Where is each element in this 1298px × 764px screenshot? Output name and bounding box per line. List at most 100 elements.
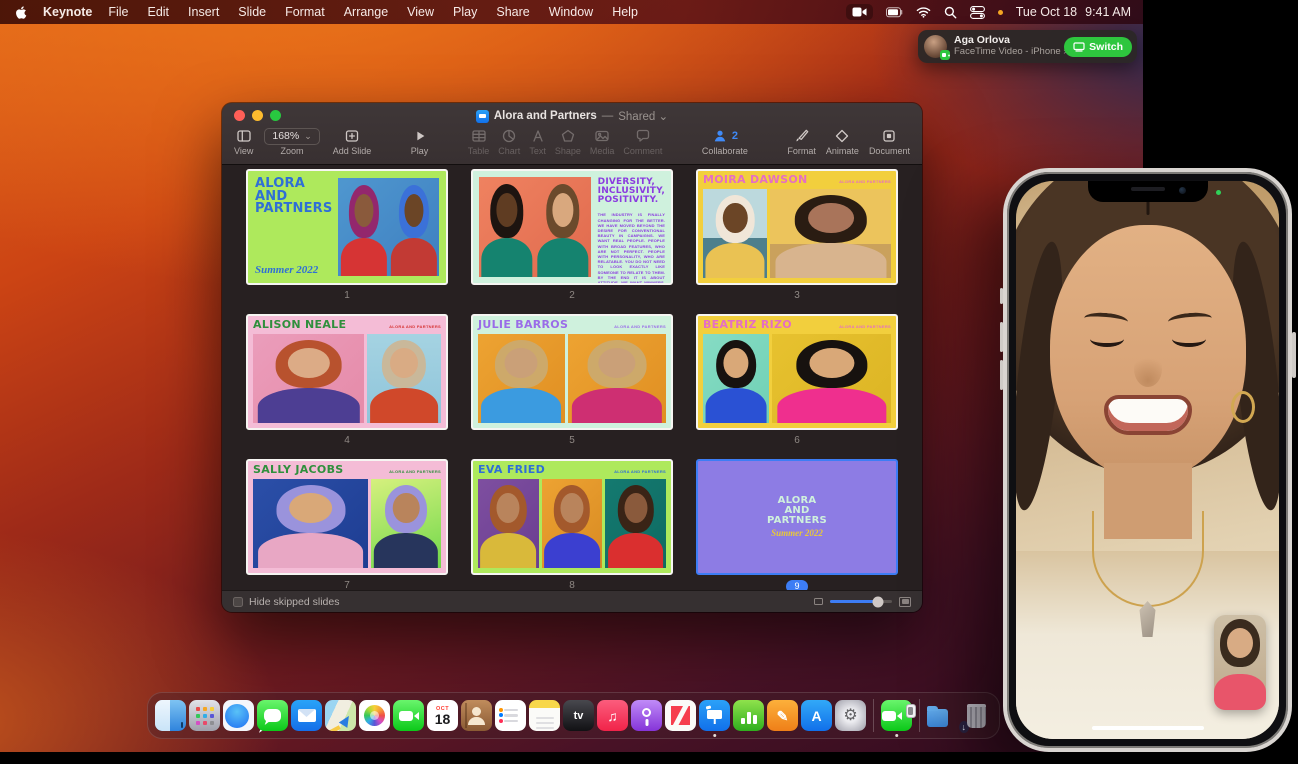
shared-menu[interactable]: Shared ⌄ (618, 109, 668, 123)
animate-icon (834, 127, 850, 145)
menu-arrange[interactable]: Arrange (344, 5, 388, 19)
dock-app-store-icon[interactable]: A (801, 700, 832, 731)
toolbar-add-slide[interactable]: Add Slide (333, 127, 372, 156)
menu-file[interactable]: File (108, 5, 128, 19)
media-icon (594, 127, 610, 145)
slider-knob[interactable] (873, 596, 884, 607)
dock-music-icon[interactable]: ♫ (597, 700, 628, 731)
facetime-notification[interactable]: Aga Orlova FaceTime Video - iPhone › Swi… (918, 30, 1137, 63)
dock-facetime-icon[interactable] (393, 700, 424, 731)
menu-format[interactable]: Format (285, 5, 325, 19)
dock-maps-icon[interactable] (325, 700, 356, 731)
brand-label: ALORA AND PARTNERS (839, 179, 891, 184)
dock-launchpad-icon[interactable] (189, 700, 220, 731)
dock-pages-icon[interactable]: ✎ (767, 700, 798, 731)
menu-edit[interactable]: Edit (147, 5, 169, 19)
apple-menu-icon[interactable] (14, 5, 27, 20)
dock-messages-icon[interactable] (257, 700, 288, 731)
dock-contacts-icon[interactable] (461, 700, 492, 731)
toolbar-table[interactable]: Table (468, 127, 490, 156)
toolbar-format[interactable]: Format (787, 127, 816, 156)
toolbar-media[interactable]: Media (590, 127, 615, 156)
dock-system-settings-icon[interactable]: ⚙ (835, 700, 866, 731)
window-chrome: Alora and Partners — Shared ⌄ View168%⌄Z… (222, 103, 922, 165)
dock-numbers-icon[interactable] (733, 700, 764, 731)
slide-cell: JULIE BARROSALORA AND PARTNERS5 (471, 314, 673, 448)
shirt (572, 388, 662, 423)
wifi-icon[interactable] (916, 6, 931, 18)
dock-calendar-icon[interactable]: OCT18 (427, 700, 458, 731)
dock-photos-icon[interactable] (359, 700, 390, 731)
toolbar-shape[interactable]: Shape (555, 127, 581, 156)
running-indicator-dot (895, 734, 899, 738)
menu-share[interactable]: Share (496, 5, 529, 19)
hide-skipped-checkbox[interactable] (233, 597, 243, 607)
dock-facetime-iphone-icon[interactable] (881, 700, 912, 731)
menu-view[interactable]: View (407, 5, 434, 19)
screen-video-icon[interactable] (846, 4, 873, 20)
thumbnail-size-slider[interactable] (830, 600, 892, 603)
slide-title: ALORA AND PARTNERS (767, 496, 827, 525)
text-icon (530, 127, 546, 145)
person (568, 334, 666, 423)
slide-script: Summer 2022 (255, 264, 332, 276)
slide-thumbnail-8[interactable]: EVA FRIEDALORA AND PARTNERS (471, 459, 673, 575)
slide-title: ALISON NEALE (253, 320, 346, 331)
switch-button[interactable]: Switch (1064, 37, 1132, 57)
menu-window[interactable]: Window (549, 5, 593, 19)
menu-clock[interactable]: Tue Oct 189:41 AM (1016, 5, 1131, 19)
person (772, 334, 891, 423)
notification-text: Aga Orlova FaceTime Video - iPhone › (954, 35, 1057, 57)
dock-mail-icon[interactable] (291, 700, 322, 731)
menu-slide[interactable]: Slide (238, 5, 266, 19)
slide-thumbnail-7[interactable]: SALLY JACOBSALORA AND PARTNERS (246, 459, 448, 575)
toolbar-animate[interactable]: Animate (826, 127, 859, 156)
face (496, 193, 517, 227)
slide-thumbnail-6[interactable]: BEATRIZ RIZOALORA AND PARTNERS (696, 314, 898, 430)
dock-apple-tv-icon[interactable]: tv (563, 700, 594, 731)
menu-play[interactable]: Play (453, 5, 477, 19)
slide-number: 2 (569, 290, 575, 302)
shirt (608, 533, 664, 568)
slide-photo (770, 189, 891, 278)
battery-icon[interactable] (886, 7, 903, 18)
toolbar-collaborate[interactable]: 2Collaborate (702, 127, 748, 156)
menu-insert[interactable]: Insert (188, 5, 219, 19)
toolbar-document[interactable]: Document (869, 127, 910, 156)
toolbar-view[interactable]: View (234, 127, 253, 156)
control-center-icon[interactable] (970, 6, 985, 19)
slide-cell: DIVERSITY, INCLUSIVITY, POSITIVITY.THE I… (471, 169, 673, 303)
slide-thumbnail-3[interactable]: MOIRA DAWSONALORA AND PARTNERS (696, 169, 898, 285)
shirt (706, 388, 767, 423)
slide-thumbnail-5[interactable]: JULIE BARROSALORA AND PARTNERS (471, 314, 673, 430)
dock-safari-icon[interactable] (223, 700, 254, 731)
toolbar-play[interactable]: Play (411, 127, 429, 156)
toolbar-text[interactable]: Text (529, 127, 546, 156)
menu-help[interactable]: Help (612, 5, 638, 19)
slide-thumbnail-9[interactable]: ALORA AND PARTNERSSummer 2022 (696, 459, 898, 575)
slide-thumbnail-4[interactable]: ALISON NEALEALORA AND PARTNERS (246, 314, 448, 430)
person (703, 334, 769, 423)
large-thumbnails-icon[interactable] (899, 597, 911, 607)
slide-photo (605, 479, 666, 568)
slide-thumbnail-2[interactable]: DIVERSITY, INCLUSIVITY, POSITIVITY.THE I… (471, 169, 673, 285)
slide-thumbnail-1[interactable]: ALORA AND PARTNERSSummer 2022 (246, 169, 448, 285)
toolbar-chart[interactable]: Chart (498, 127, 520, 156)
toolbar-comment[interactable]: Comment (623, 127, 662, 156)
slide-photo (772, 334, 891, 423)
dock-notes-icon[interactable] (529, 700, 560, 731)
dock-downloads-icon[interactable]: ↓ (927, 700, 958, 731)
search-icon[interactable] (944, 6, 957, 19)
small-thumbnails-icon[interactable] (814, 598, 823, 605)
slide-title: SALLY JACOBS (253, 465, 343, 476)
toolbar-zoom[interactable]: 168%⌄Zoom (264, 127, 319, 156)
dock-podcasts-icon[interactable] (631, 700, 662, 731)
sidebar-icon (236, 127, 252, 145)
person (253, 479, 368, 568)
dock-keynote-icon[interactable] (699, 700, 730, 731)
dock-finder-icon[interactable] (155, 700, 186, 731)
dock-trash-icon[interactable] (961, 700, 992, 731)
dock-reminders-icon[interactable] (495, 700, 526, 731)
dock-news-icon[interactable] (665, 700, 696, 731)
menu-app-name[interactable]: Keynote (43, 5, 92, 19)
